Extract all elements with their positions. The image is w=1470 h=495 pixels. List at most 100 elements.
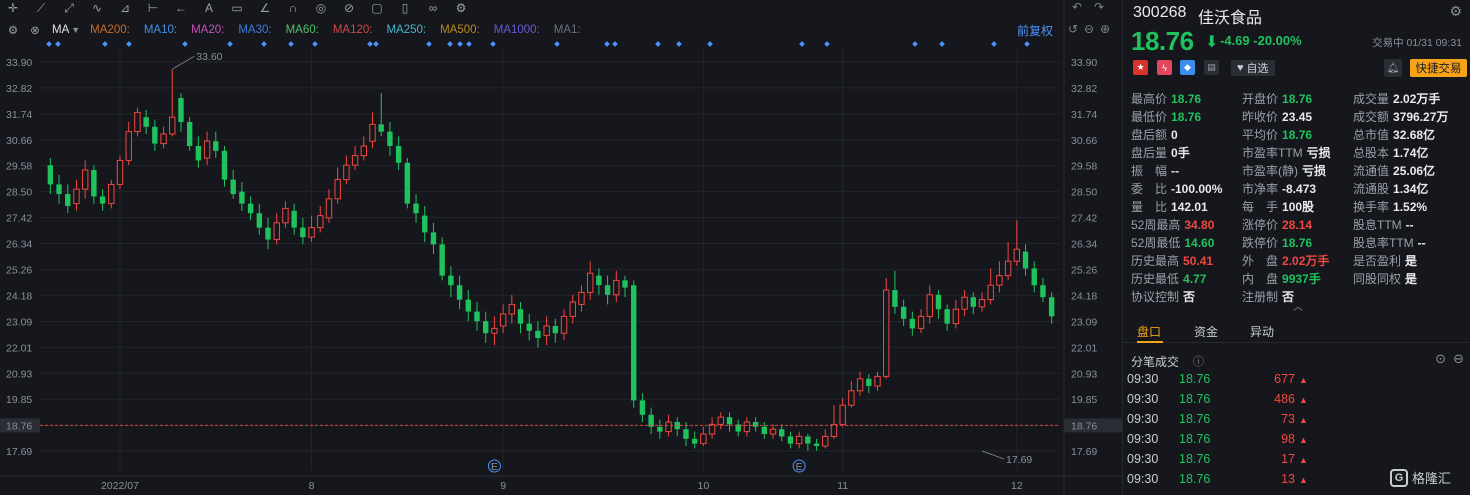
stat-item: 盘后额 0 (1131, 126, 1178, 143)
buy-arrow-icon: ▲ (1299, 415, 1308, 425)
tab-alerts[interactable]: 异动 (1250, 323, 1274, 340)
stat-label: 流通股 (1353, 182, 1390, 196)
candle-body (256, 213, 263, 228)
annotation-leader (172, 55, 195, 70)
candle-body (978, 299, 986, 308)
change-value: -4.69 (1220, 33, 1250, 48)
add-watchlist-button[interactable]: ♥ 自选 (1231, 60, 1275, 76)
stat-value: 28.14 (1282, 218, 1313, 232)
y-tick-label: 28.50 (6, 187, 32, 199)
y-tick-label: 25.26 (6, 264, 32, 276)
candle-body (73, 188, 80, 205)
lightning-icon[interactable]: ϟ (1157, 60, 1172, 75)
candle-body (883, 289, 890, 377)
candle-body (247, 203, 254, 214)
y-tick-label: 30.66 (6, 135, 32, 147)
extreme-price-label: 33.60 (196, 51, 222, 63)
stat-label: 股息率TTM (1353, 236, 1414, 250)
tab-order-book[interactable]: 盘口 (1137, 323, 1161, 340)
candle-body (578, 291, 585, 305)
x-tick-label: 8 (309, 480, 315, 492)
stat-label: 振 幅 (1131, 164, 1168, 178)
candle-body (996, 275, 1003, 286)
active-tab-indicator (1137, 341, 1163, 343)
stat-item: 涨停价 28.14 (1242, 216, 1312, 233)
stat-item: 历史最高 50.41 (1131, 252, 1213, 269)
candle-body (726, 417, 733, 425)
watermark: G 格隆汇 (1390, 468, 1451, 487)
candle-body (213, 141, 219, 151)
candle-body (195, 146, 202, 161)
candle-body (631, 285, 637, 401)
stat-label: 历史最高 (1131, 254, 1180, 268)
stat-item: 盘后量 0手 (1131, 144, 1190, 161)
buy-arrow-icon: ▲ (1299, 375, 1308, 385)
stat-value: 1.74亿 (1393, 146, 1429, 160)
candle-body (639, 400, 646, 415)
tick-price: 18.76 (1179, 392, 1211, 406)
event-marker-label: E (491, 461, 498, 473)
candle-body (108, 183, 115, 205)
stat-label: 总股本 (1353, 146, 1390, 160)
gear-icon[interactable]: ⚙ (1449, 3, 1462, 20)
y-tick-label: 24.18 (1071, 290, 1097, 302)
candle-body (769, 428, 777, 435)
tick-time: 09:30 (1127, 392, 1159, 406)
stat-value: 0手 (1171, 146, 1190, 160)
stat-value: 18.76 (1171, 92, 1202, 106)
candle-body (499, 313, 507, 327)
quick-trade-button[interactable]: 快捷交易 (1410, 59, 1467, 77)
candle-body (535, 330, 541, 338)
stat-item: 最高价 18.76 (1131, 90, 1201, 107)
candle-body (822, 435, 829, 447)
info-icon[interactable]: ⓘ (1193, 353, 1204, 369)
candle-body (779, 429, 785, 437)
candle-body (47, 165, 54, 185)
candle-body (186, 122, 193, 146)
stat-label: 52周最低 (1131, 236, 1181, 250)
candle-body (491, 327, 498, 334)
candle-body (805, 436, 811, 444)
candle-body (91, 170, 97, 197)
candle-body (700, 433, 707, 445)
tag-icon[interactable]: ◆ (1180, 60, 1195, 75)
stat-value: 1.34亿 (1393, 182, 1429, 196)
candlestick-chart[interactable]: 33.90 33.90 32.82 32.82 31.74 31.74 30.66 30.66… (0, 0, 1122, 495)
watermark-text: 格隆汇 (1412, 471, 1452, 486)
stat-item: 每 手 100股 (1242, 198, 1314, 215)
note-icon[interactable]: ▤ (1204, 60, 1219, 75)
y-tick-label: 32.82 (1071, 83, 1097, 95)
stat-label: 内 盘 (1242, 272, 1279, 286)
candle-body (848, 390, 855, 406)
tab-fund-flow[interactable]: 资金 (1194, 323, 1218, 340)
x-tick-label: 9 (500, 480, 506, 492)
stat-item: 流通值 25.06亿 (1353, 162, 1435, 179)
candle-body (273, 222, 280, 241)
y-tick-label: 20.93 (1071, 368, 1097, 380)
stat-item: 总市值 32.68亿 (1353, 126, 1435, 143)
chevron-up-icon[interactable]: ︿ (1293, 298, 1303, 313)
candle-body (586, 272, 594, 293)
candle-body (717, 416, 724, 425)
stat-value: 18.76 (1282, 128, 1313, 142)
price-change: -4.69 -20.00% (1220, 33, 1302, 48)
stat-value: 亏损 (1306, 146, 1331, 160)
candle-body (1013, 248, 1021, 262)
chart-pane[interactable]: ✛ ⟋ ⤢ ∿ ⊿ ⊢ ← A ▭ ∠ ∩ ◎ ⊘ ▢ ▯ ∞ ⚙ ↶ ↷ ↺ … (0, 0, 1122, 495)
candle-body (413, 203, 419, 214)
tick-time: 09:30 (1127, 452, 1159, 466)
bell-icon[interactable]: 🔔︎ (1384, 59, 1402, 77)
stat-item: 市盈率(静) 亏损 (1242, 162, 1326, 179)
stat-value: 否 (1183, 290, 1196, 304)
candle-body (830, 423, 838, 437)
stat-label: 市盈率(静) (1242, 164, 1298, 178)
tick-price: 18.76 (1179, 372, 1211, 386)
stat-value: 2.02万手 (1282, 254, 1330, 268)
more-icon[interactable]: ⊙ (1435, 351, 1446, 367)
buy-arrow-icon: ▲ (1299, 435, 1308, 445)
stat-label: 委 比 (1131, 182, 1168, 196)
candle-body (892, 290, 898, 307)
candle-body (325, 198, 333, 219)
candle-body (935, 294, 942, 310)
collapse-icon[interactable]: ⊖ (1453, 351, 1464, 367)
